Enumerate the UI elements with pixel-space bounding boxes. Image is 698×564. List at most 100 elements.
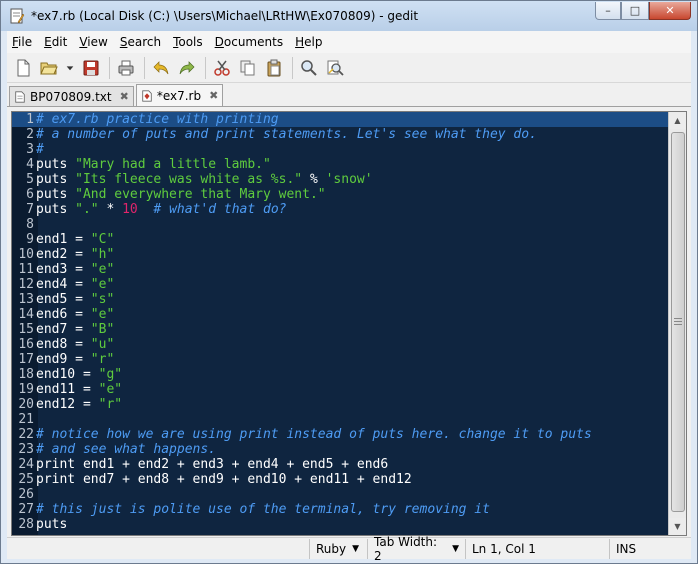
code-editor[interactable]: 1 # ex7.rb practice with printing 2 # a num… xyxy=(11,111,687,536)
tab-close-icon[interactable]: ✖ xyxy=(209,89,218,102)
copy-icon[interactable] xyxy=(236,56,260,80)
undo-icon[interactable] xyxy=(149,56,173,80)
code-line[interactable]: 19 end11 = "e" xyxy=(12,382,668,397)
code-line[interactable]: 24 print end1 + end2 + end3 + end4 + end5… xyxy=(12,457,668,472)
code-line[interactable]: 8 xyxy=(12,217,668,232)
menu-item-search[interactable]: Search xyxy=(115,35,166,49)
cut-icon[interactable] xyxy=(210,56,234,80)
find-replace-icon[interactable] xyxy=(323,56,347,80)
save-icon[interactable] xyxy=(79,56,103,80)
code-line[interactable]: 13 end5 = "s" xyxy=(12,292,668,307)
document-tabs: BP070809.txt ✖ *ex7.rb ✖ xyxy=(7,84,691,107)
tab-close-icon[interactable]: ✖ xyxy=(120,90,129,103)
tab-width-selector[interactable]: Tab Width: 2 ▼ xyxy=(367,535,465,563)
code-line[interactable]: 6 puts "And everywhere that Mary went." xyxy=(12,187,668,202)
menu-mnemonic: H xyxy=(295,35,305,49)
paste-icon[interactable] xyxy=(262,56,286,80)
code-line[interactable]: 16 end8 = "u" xyxy=(12,337,668,352)
code-line[interactable]: 11 end3 = "e" xyxy=(12,262,668,277)
code-line[interactable]: 10 end2 = "h" xyxy=(12,247,668,262)
menu-label: ools xyxy=(178,35,203,49)
open-folder-icon[interactable] xyxy=(37,56,61,80)
code-line[interactable]: 28 puts xyxy=(12,517,668,532)
minimize-button[interactable]: – xyxy=(595,2,621,20)
print-icon[interactable] xyxy=(114,56,138,80)
menu-item-documents[interactable]: Documents xyxy=(210,35,288,49)
ruby-file-icon xyxy=(142,89,152,102)
menu-label: elp xyxy=(304,35,323,49)
line-number: 7 xyxy=(26,202,34,217)
code-text: print end7 + end8 + end9 + end10 + end11… xyxy=(36,472,412,487)
code-line[interactable]: 23 # and see what happens. xyxy=(12,442,668,457)
menu-item-tools[interactable]: Tools xyxy=(168,35,208,49)
code-text: puts "Mary had a little lamb." xyxy=(36,157,271,172)
line-number: 6 xyxy=(26,187,34,202)
code-text: end2 = "h" xyxy=(36,247,115,262)
redo-icon[interactable] xyxy=(175,56,199,80)
new-document-icon[interactable] xyxy=(11,56,35,80)
menu-item-view[interactable]: View xyxy=(74,35,112,49)
menu-label: ile xyxy=(18,35,33,49)
code-text: end3 = "e" xyxy=(36,262,115,277)
menu-label: earch xyxy=(127,35,162,49)
dropdown-arrow-icon[interactable] xyxy=(63,56,77,80)
code-line[interactable]: 21 xyxy=(12,412,668,427)
client-area: File Edit View Search Tools Documents Help xyxy=(7,31,691,563)
menu-label: iew xyxy=(87,35,108,49)
title-bar[interactable]: *ex7.rb (Local Disk (C:) \Users\Michael\… xyxy=(1,1,697,31)
code-line[interactable]: 12 end4 = "e" xyxy=(12,277,668,292)
code-text: puts "And everywhere that Mary went." xyxy=(36,187,326,202)
menu-label: ocuments xyxy=(223,35,284,49)
line-number: 12 xyxy=(18,277,34,292)
tab-bp070809[interactable]: BP070809.txt ✖ xyxy=(9,86,134,106)
menu-item-edit[interactable]: Edit xyxy=(39,35,72,49)
insert-mode-label: INS xyxy=(616,541,637,556)
code-line[interactable]: 4 puts "Mary had a little lamb." xyxy=(12,157,668,172)
code-line[interactable]: 1 # ex7.rb practice with printing xyxy=(12,112,668,127)
code-text: end9 = "r" xyxy=(36,352,115,367)
maximize-button[interactable]: □ xyxy=(621,2,649,20)
thumb-grip xyxy=(674,324,682,325)
code-line[interactable]: 9 end1 = "C" xyxy=(12,232,668,247)
scroll-up-arrow-icon[interactable]: ▲ xyxy=(669,112,686,129)
code-line[interactable]: 18 end10 = "g" xyxy=(12,367,668,382)
vertical-scrollbar[interactable]: ▲ ▼ xyxy=(668,112,686,535)
menu-item-file[interactable]: File xyxy=(7,35,37,49)
code-line[interactable]: 3 # xyxy=(12,142,668,157)
code-line[interactable]: 22 # notice how we are using print instea… xyxy=(12,427,668,442)
code-line[interactable]: 26 xyxy=(12,487,668,502)
tab-label: *ex7.rb xyxy=(156,88,202,103)
cursor-position-label: Ln 1, Col 1 xyxy=(472,541,536,556)
code-line[interactable]: 17 end9 = "r" xyxy=(12,352,668,367)
code-line[interactable]: 7 puts "." * 10 # what'd that do? xyxy=(12,202,668,217)
find-icon[interactable] xyxy=(297,56,321,80)
menu-item-help[interactable]: Help xyxy=(290,35,327,49)
code-text: # this just is polite use of the termina… xyxy=(36,502,490,517)
tab-ex7[interactable]: *ex7.rb ✖ xyxy=(135,84,224,106)
line-number: 1 xyxy=(26,112,34,127)
code-line[interactable]: 2 # a number of puts and print statements… xyxy=(12,127,668,142)
code-line[interactable]: 14 end6 = "e" xyxy=(12,307,668,322)
code-line[interactable]: 5 puts "Its fleece was white as %s." % 's… xyxy=(12,172,668,187)
menu-mnemonic: E xyxy=(44,35,52,49)
gedit-window: *ex7.rb (Local Disk (C:) \Users\Michael\… xyxy=(0,0,698,564)
code-text: # ex7.rb practice with printing xyxy=(36,112,279,127)
tab-label: BP070809.txt xyxy=(30,89,112,104)
code-line[interactable]: 20 end12 = "r" xyxy=(12,397,668,412)
tab-width-label: Tab Width: 2 xyxy=(374,534,438,563)
line-number: 24 xyxy=(18,457,34,472)
close-button[interactable]: ✕ xyxy=(649,2,691,20)
line-number: 9 xyxy=(26,232,34,247)
line-number: 21 xyxy=(18,412,34,427)
thumb-grip xyxy=(674,321,682,322)
line-number: 14 xyxy=(18,307,34,322)
toolbar-separator xyxy=(109,56,110,79)
code-line[interactable]: 15 end7 = "B" xyxy=(12,322,668,337)
language-selector[interactable]: Ruby ▼ xyxy=(309,538,367,559)
scrollbar-thumb[interactable] xyxy=(671,132,685,512)
code-text: end11 = "e" xyxy=(36,382,123,397)
scroll-down-arrow-icon[interactable]: ▼ xyxy=(669,518,686,535)
code-line[interactable]: 25 print end7 + end8 + end9 + end10 + end… xyxy=(12,472,668,487)
code-line[interactable]: 27 # this just is polite use of the termi… xyxy=(12,502,668,517)
thumb-grip xyxy=(674,318,682,319)
